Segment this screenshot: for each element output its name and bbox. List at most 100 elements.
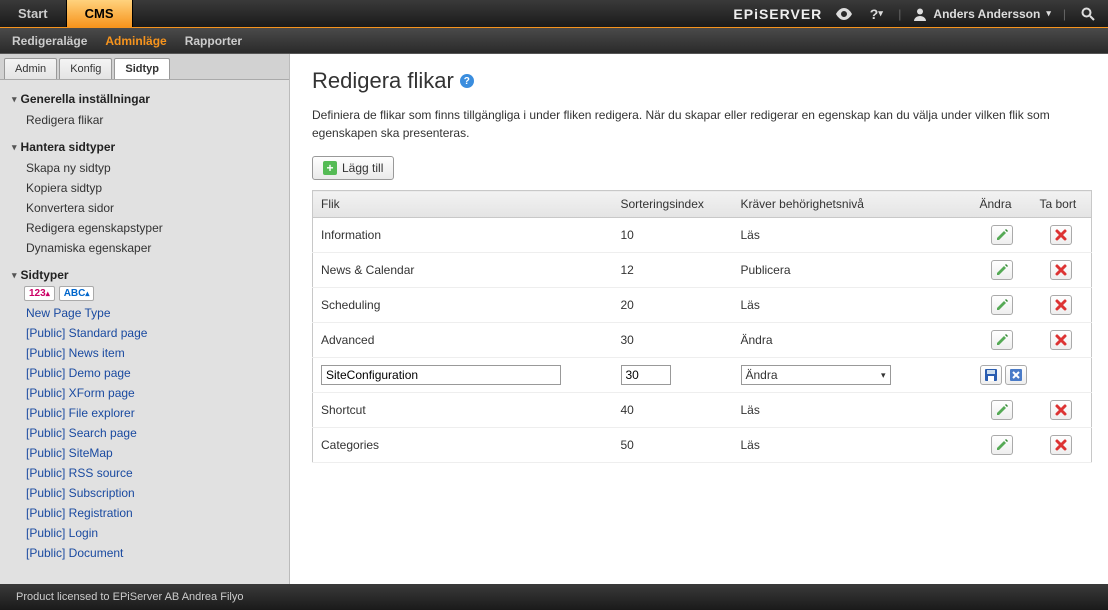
cell-tab: Advanced	[313, 323, 613, 358]
sort-alpha-button[interactable]: ABC▴	[59, 286, 95, 301]
tree-group-general[interactable]: ▾Generella inställningar	[8, 88, 289, 110]
chevron-down-icon: ▾	[1046, 8, 1051, 19]
delete-button[interactable]	[1050, 330, 1072, 350]
tree-group-pagetypes[interactable]: ▾Sidtyper	[8, 264, 289, 286]
mode-reports[interactable]: Rapporter	[185, 34, 242, 48]
table-row: News & Calendar12Publicera	[313, 253, 1092, 288]
tree-item[interactable]: [Public] Standard page	[8, 323, 289, 343]
tree-item[interactable]: Dynamiska egenskaper	[8, 238, 289, 258]
column-header-perm[interactable]: Kräver behörighetsnivå	[733, 191, 972, 218]
sidebar-tab-pagetype[interactable]: Sidtyp	[114, 58, 170, 79]
cell-perm: Läs	[733, 393, 972, 428]
tree-item[interactable]: [Public] Subscription	[8, 483, 289, 503]
delete-button[interactable]	[1050, 435, 1072, 455]
edit-button[interactable]	[991, 295, 1013, 315]
cancel-button[interactable]	[1005, 365, 1027, 385]
edit-button[interactable]	[991, 435, 1013, 455]
chevron-down-icon: ▾	[12, 270, 17, 281]
visibility-icon[interactable]	[834, 4, 854, 24]
content-panel: Redigera flikar ? Definiera de flikar so…	[290, 54, 1108, 584]
edit-button[interactable]	[991, 225, 1013, 245]
tree-item[interactable]: [Public] File explorer	[8, 403, 289, 423]
tree-group-manage[interactable]: ▾Hantera sidtyper	[8, 136, 289, 158]
cell-sort: 40	[613, 393, 733, 428]
cell-sort: 30	[613, 323, 733, 358]
tree-item[interactable]: [Public] Search page	[8, 423, 289, 443]
tree-item[interactable]: [Public] RSS source	[8, 463, 289, 483]
tree-item[interactable]: [Public] SiteMap	[8, 443, 289, 463]
tree-item[interactable]: Redigera egenskapstyper	[8, 218, 289, 238]
plus-icon: +	[323, 161, 337, 175]
table-row: Shortcut40Läs	[313, 393, 1092, 428]
add-button[interactable]: + Lägg till	[312, 156, 394, 180]
search-icon[interactable]	[1078, 4, 1098, 24]
tree-item[interactable]: Skapa ny sidtyp	[8, 158, 289, 178]
top-tabs: Start CMS	[0, 0, 133, 27]
cell-perm: Läs	[733, 428, 972, 463]
cell-perm: Läs	[733, 218, 972, 253]
user-icon	[913, 7, 927, 21]
chevron-down-icon: ▾	[12, 94, 17, 105]
save-button[interactable]	[980, 365, 1002, 385]
help-icon[interactable]: ?	[460, 74, 474, 88]
edit-button[interactable]	[991, 400, 1013, 420]
cell-sort: 12	[613, 253, 733, 288]
column-header-delete[interactable]: Ta bort	[1032, 191, 1092, 218]
delete-button[interactable]	[1050, 225, 1072, 245]
delete-button[interactable]	[1050, 295, 1072, 315]
table-row: Scheduling20Läs	[313, 288, 1092, 323]
delete-button[interactable]	[1050, 260, 1072, 280]
sort-numeric-button[interactable]: 123▴	[24, 286, 55, 301]
top-bar: Start CMS EPiSERVER ? ▾ | Anders Anderss…	[0, 0, 1108, 28]
tab-name-input[interactable]	[321, 365, 561, 385]
help-icon[interactable]: ? ▾	[866, 4, 886, 24]
page-title: Redigera flikar ?	[312, 68, 1086, 94]
chevron-down-icon: ▾	[12, 142, 17, 153]
cell-sort: 10	[613, 218, 733, 253]
sidebar-tab-config[interactable]: Konfig	[59, 58, 112, 79]
permission-select[interactable]: Ändra▾	[741, 365, 891, 385]
cell-perm: Läs	[733, 288, 972, 323]
cell-tab: Scheduling	[313, 288, 613, 323]
user-name: Anders Andersson	[933, 7, 1040, 21]
edit-button[interactable]	[991, 330, 1013, 350]
sort-index-input[interactable]	[621, 365, 671, 385]
table-row: Advanced30Ändra	[313, 323, 1092, 358]
cell-perm: Publicera	[733, 253, 972, 288]
tree-item[interactable]: New Page Type	[8, 303, 289, 323]
sidebar-tab-admin[interactable]: Admin	[4, 58, 57, 79]
cell-sort: 50	[613, 428, 733, 463]
column-header-tab[interactable]: Flik	[313, 191, 613, 218]
column-header-edit[interactable]: Ändra	[972, 191, 1032, 218]
cell-tab: Shortcut	[313, 393, 613, 428]
tree-item[interactable]: [Public] Demo page	[8, 363, 289, 383]
tree-item[interactable]: [Public] Registration	[8, 503, 289, 523]
table-row: Ändra▾	[313, 358, 1092, 393]
tree-item[interactable]: [Public] Login	[8, 523, 289, 543]
table-row: Information10Läs	[313, 218, 1092, 253]
page-description: Definiera de flikar som finns tillgängli…	[312, 106, 1086, 142]
top-tab-start[interactable]: Start	[0, 0, 67, 27]
footer: Product licensed to EPiServer AB Andrea …	[0, 584, 1108, 610]
mode-admin[interactable]: Adminläge	[105, 34, 166, 48]
sidebar: Admin Konfig Sidtyp ▾Generella inställni…	[0, 54, 290, 584]
edit-button[interactable]	[991, 260, 1013, 280]
brand-logo: EPiSERVER	[733, 6, 822, 22]
tabs-table: Flik Sorteringsindex Kräver behörighetsn…	[312, 190, 1092, 463]
tree-item[interactable]: [Public] XForm page	[8, 383, 289, 403]
column-header-sort[interactable]: Sorteringsindex	[613, 191, 733, 218]
cell-tab: Information	[313, 218, 613, 253]
cell-perm: Ändra	[733, 323, 972, 358]
cell-tab: News & Calendar	[313, 253, 613, 288]
delete-button[interactable]	[1050, 400, 1072, 420]
user-menu[interactable]: Anders Andersson ▾	[913, 7, 1050, 21]
tree-item-edit-tabs[interactable]: Redigera flikar	[8, 110, 289, 130]
mode-bar: Redigeraläge Adminläge Rapporter	[0, 28, 1108, 54]
table-row: Categories50Läs	[313, 428, 1092, 463]
tree-item[interactable]: [Public] Document	[8, 543, 289, 563]
tree-item[interactable]: Konvertera sidor	[8, 198, 289, 218]
tree-item[interactable]: [Public] News item	[8, 343, 289, 363]
top-tab-cms[interactable]: CMS	[67, 0, 133, 27]
tree-item[interactable]: Kopiera sidtyp	[8, 178, 289, 198]
mode-edit[interactable]: Redigeraläge	[12, 34, 87, 48]
